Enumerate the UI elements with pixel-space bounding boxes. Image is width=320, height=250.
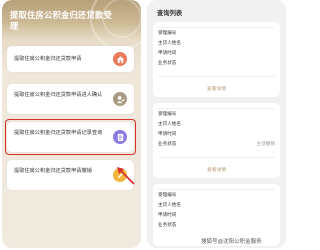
divider [158,27,275,28]
view-details-link[interactable]: 查看详情 [153,85,280,92]
field-label: 业务状态 [158,222,177,227]
menu-item-apply[interactable]: 提取住房公积金归还贷款申请 [7,46,134,72]
record-card[interactable]: 受理编号 主贷人姓名 申请时间 业务状态 主贷撤销 查看详情 [153,103,280,178]
field-label: 受理编号 [158,30,177,35]
person-check-icon [113,92,127,106]
house-icon [113,52,127,66]
divider [158,157,275,158]
field-label: 受理编号 [158,192,177,197]
field-label: 申请时间 [158,212,177,217]
menu-item-label: 提取住房公积金归还贷款申请撤销 [14,168,92,174]
query-list-screen: 查询列表 受理编号 主贷人姓名 申请时间 业务状态 查看详情 受理编号 主贷人姓… [147,0,286,248]
field-label: 业务状态 [158,141,177,146]
apply-screen: 提取住房公积金归还贷款受理 提取住房公积金归还贷款申请 提取住房公积金归还贷款申… [2,0,141,248]
page-title: 查询列表 [157,10,183,17]
field-label: 业务状态 [158,60,177,65]
highlight-frame [5,119,136,155]
status-value: 主贷撤销 [256,141,275,146]
divider [158,76,275,77]
field-label: 主贷人姓名 [158,40,181,45]
field-label: 申请时间 [158,131,177,136]
arrow-icon [117,167,135,185]
field-label: 申请时间 [158,50,177,55]
menu-item-label: 提取住房公积金归还贷款申请进人确认 [14,92,103,98]
menu-item-label: 提取住房公积金归还贷款申请 [14,56,82,62]
watermark: 搜狐号@沈阳公积金服务 [200,237,263,245]
divider [158,189,275,190]
view-details-link[interactable]: 查看详情 [153,166,280,173]
field-label: 主贷人姓名 [158,202,181,207]
page-title: 提取住房公积金归还贷款受理 [10,10,112,31]
menu-item-confirm[interactable]: 提取住房公积金归还贷款申请进人确认 [7,84,134,114]
record-card[interactable]: 受理编号 主贷人姓名 申请时间 业务状态 查看详情 [153,22,280,97]
field-label: 受理编号 [158,111,177,116]
field-label: 主贷人姓名 [158,121,181,126]
divider [158,108,275,109]
